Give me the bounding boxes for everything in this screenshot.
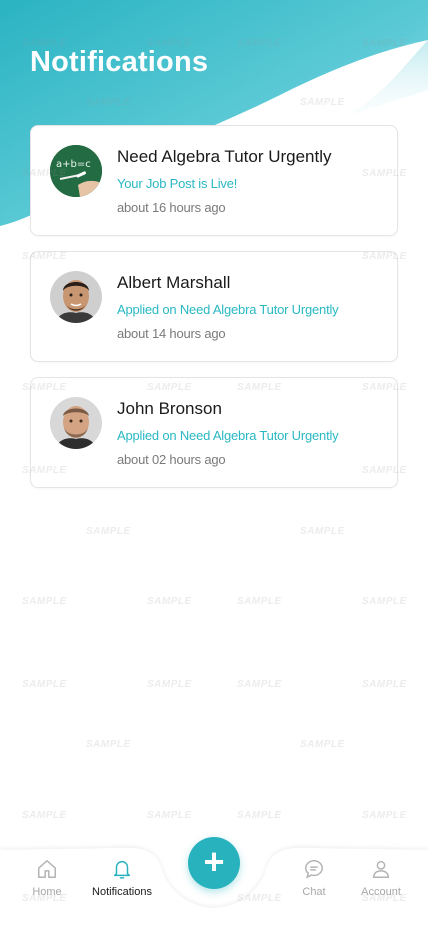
watermark: SAMPLE [22,810,67,821]
watermark: SAMPLE [147,679,192,690]
plus-icon: + [203,840,225,882]
notification-card[interactable]: John Bronson Applied on Need Algebra Tut… [30,377,398,488]
notification-time: about 02 hours ago [117,452,226,467]
watermark: SAMPLE [147,810,192,821]
chat-icon [305,860,323,879]
nav-home[interactable]: Home [7,858,87,898]
nav-account-label: Account [361,886,401,898]
user-avatar [50,397,102,449]
watermark: SAMPLE [22,596,67,607]
notification-time: about 16 hours ago [117,200,226,215]
watermark: SAMPLE [86,526,131,537]
nav-notifications-label: Notifications [92,886,152,898]
notification-subtitle: Applied on Need Algebra Tutor Urgently [117,302,339,317]
watermark: SAMPLE [300,526,345,537]
watermark: SAMPLE [22,679,67,690]
nav-home-label: Home [32,886,62,898]
nav-account[interactable]: Account [341,858,421,898]
watermark: SAMPLE [362,679,407,690]
user-avatar [50,271,102,323]
notification-time: about 14 hours ago [117,326,226,341]
watermark: SAMPLE [362,596,407,607]
watermark: SAMPLE [300,739,345,750]
watermark: SAMPLE [237,679,282,690]
notification-list: a+b=c Need Algebra Tutor Urgently Your J… [30,125,398,503]
notification-card[interactable]: a+b=c Need Algebra Tutor Urgently Your J… [30,125,398,236]
notification-subtitle: Your Job Post is Live! [117,176,238,191]
bell-icon [113,860,131,879]
svg-text:a+b=c: a+b=c [56,159,91,170]
page-title: Notifications [30,46,209,78]
watermark: SAMPLE [237,596,282,607]
chalkboard-avatar: a+b=c [50,145,102,197]
nav-notifications[interactable]: Notifications [82,858,162,898]
user-icon [372,860,390,878]
watermark: SAMPLE [362,810,407,821]
notification-title: Albert Marshall [117,273,231,292]
home-icon [38,860,56,878]
notification-card[interactable]: Albert Marshall Applied on Need Algebra … [30,251,398,362]
watermark: SAMPLE [86,739,131,750]
notification-subtitle: Applied on Need Algebra Tutor Urgently [117,428,339,443]
add-button[interactable]: + [188,837,240,889]
notification-title: Need Algebra Tutor Urgently [117,147,332,166]
notification-title: John Bronson [117,399,222,418]
watermark: SAMPLE [147,596,192,607]
watermark: SAMPLE [237,810,282,821]
